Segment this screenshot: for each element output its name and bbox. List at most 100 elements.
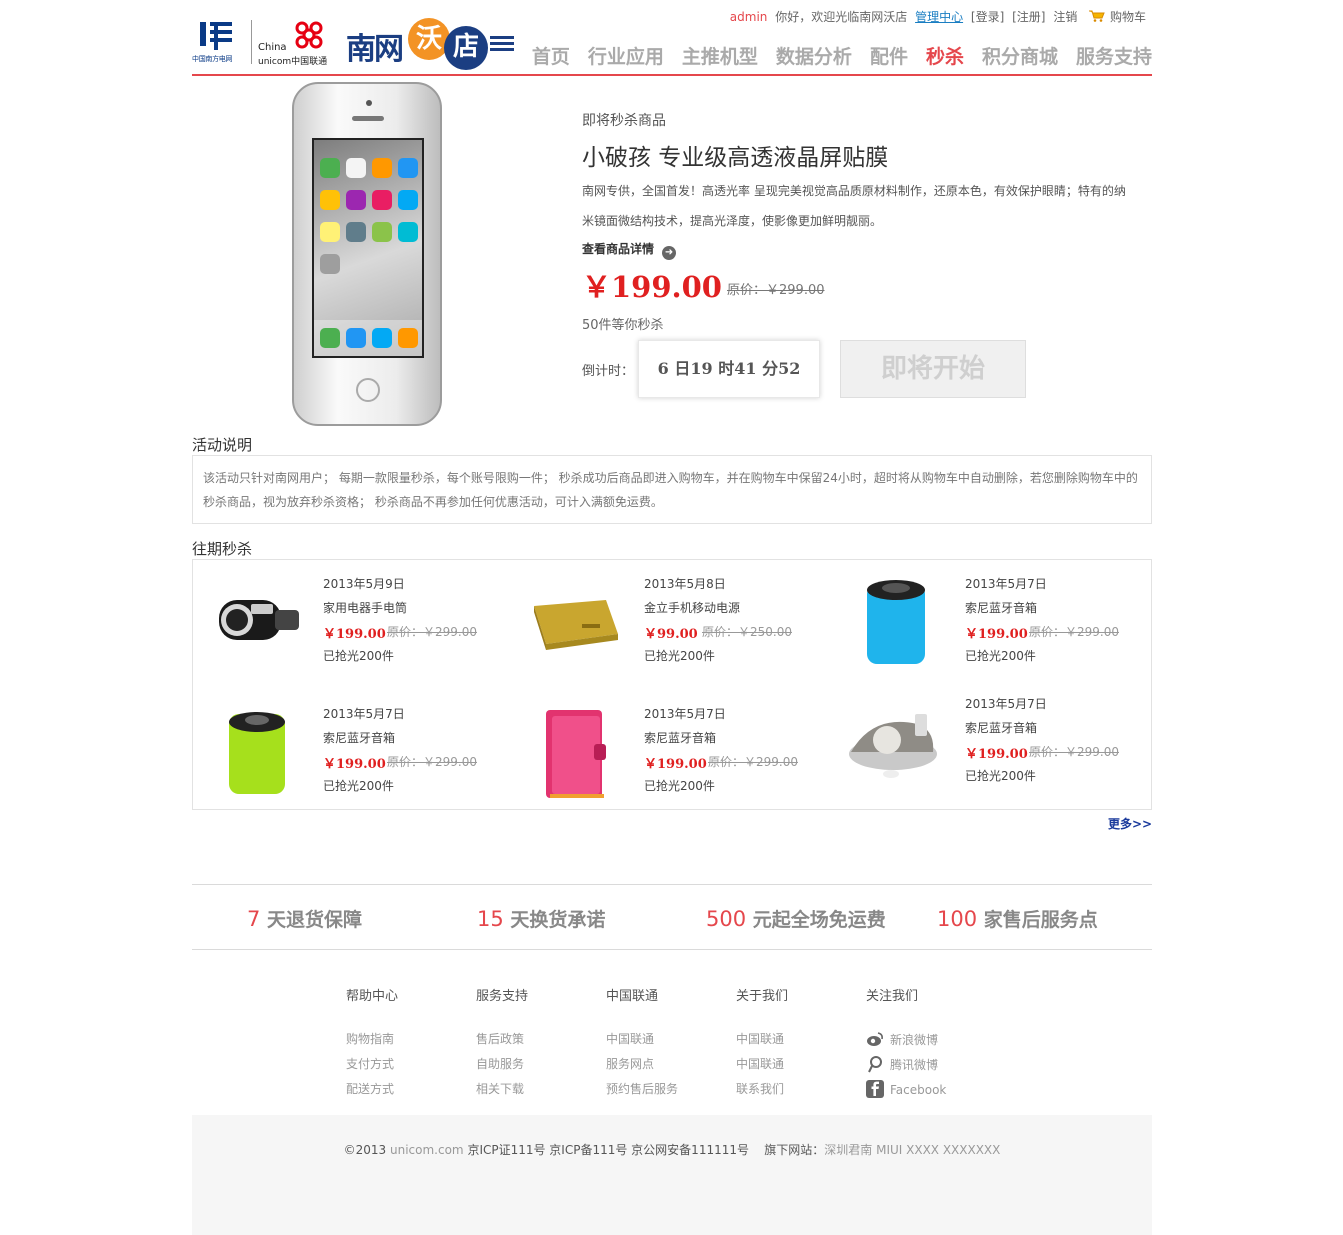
footer-link-tencent-weibo[interactable]: 腾讯微博 (866, 1055, 986, 1080)
copyright-sites-label: 旗下网站： (764, 1143, 825, 1157)
past-sale-item[interactable]: 2013年5月7日 索尼蓝牙音箱 ￥199.00 原价：￥299.00 已抢光2… (514, 690, 834, 810)
store-logo-badge-dian: 店 (444, 26, 488, 70)
cart-link[interactable]: 购物车 (1110, 10, 1146, 24)
past-sales-grid: 2013年5月9日 家用电器手电筒 ￥199.00 原价：￥299.00 已抢光… (192, 559, 1152, 810)
original-price: 原价：￥299.00 (727, 283, 825, 298)
past-sale-price: ￥199.00 (965, 747, 1028, 762)
footer-link[interactable]: 相关下载 (476, 1080, 596, 1105)
past-sale-name: 索尼蓝牙音箱 (965, 721, 1038, 735)
arrow-right-icon: ➜ (662, 246, 677, 260)
username[interactable]: admin (730, 10, 768, 24)
nav-item-flash-sale[interactable]: 秒杀 (926, 42, 964, 69)
guarantee-service: 100 家售后服务点 (937, 905, 1098, 932)
footer-link[interactable]: 中国联通 (736, 1055, 856, 1080)
past-sale-sold: 已抢光200件 (323, 779, 394, 793)
power-bank-thumb (534, 600, 618, 650)
footer-link[interactable]: 服务网点 (606, 1055, 726, 1080)
unicom-text-en: China (258, 42, 287, 53)
past-sale-original-price: 原价：￥250.00 (702, 625, 792, 639)
past-sale-price: ￥199.00 (323, 757, 386, 772)
start-sale-button[interactable]: 即将开始 (840, 340, 1026, 398)
past-sale-item[interactable]: 2013年5月9日 家用电器手电筒 ￥199.00 原价：￥299.00 已抢光… (193, 560, 513, 680)
past-sale-date: 2013年5月9日 (323, 577, 405, 591)
logo-divider (251, 20, 252, 64)
footer-link[interactable]: 自助服务 (476, 1055, 596, 1080)
past-sale-date: 2013年5月7日 (965, 697, 1047, 711)
product-status: 即将秒杀商品 (582, 113, 666, 129)
rules-title: 活动说明 (192, 436, 253, 454)
footer-link[interactable]: 预约售后服务 (606, 1080, 726, 1105)
nav-item-featured-models[interactable]: 主推机型 (682, 42, 758, 69)
countdown-day-unit: 日 (674, 359, 691, 378)
copyright-bar: ©2013 unicom.com 京ICP证111号 京ICP备111号 京公网… (192, 1115, 1152, 1235)
countdown-hours: 19 (690, 359, 713, 378)
product-detail-link[interactable]: 查看商品详情 ➜ (582, 240, 677, 260)
copyright-sites[interactable]: 深圳君南 MIUI XXXX XXXXXXX (824, 1143, 1000, 1157)
past-sale-item[interactable]: 2013年5月8日 金立手机移动电源 ￥99.00 原价：￥250.00 已抢光… (514, 560, 834, 680)
unicom-logo: China unicom中国联通 (258, 18, 340, 67)
past-sale-sold: 已抢光200件 (644, 779, 715, 793)
tencent-weibo-icon (868, 1056, 882, 1073)
car-charger-thumb (219, 600, 299, 640)
countdown-label: 倒计时： (582, 364, 635, 379)
copyright-domain[interactable]: unicom.com (390, 1143, 464, 1157)
register-link[interactable]: [注册] (1012, 10, 1045, 24)
nav-item-home[interactable]: 首页 (532, 42, 570, 69)
footer-link[interactable]: 中国联通 (736, 1030, 856, 1055)
nav-item-accessories[interactable]: 配件 (870, 42, 908, 69)
cart-icon[interactable] (1089, 10, 1105, 22)
footer-link[interactable]: 配送方式 (346, 1080, 466, 1105)
past-sale-name: 索尼蓝牙音箱 (965, 601, 1038, 615)
guarantee-return-num: 7 (247, 907, 261, 931)
footer-link[interactable]: 售后政策 (476, 1030, 596, 1055)
product-image (292, 82, 442, 426)
footer-link[interactable]: 联系我们 (736, 1080, 856, 1105)
past-sale-name: 金立手机移动电源 (644, 601, 741, 615)
past-sale-sold: 已抢光200件 (644, 649, 715, 663)
past-sale-item[interactable]: 2013年5月7日 索尼蓝牙音箱 ￥199.00 原价：￥299.00 已抢光2… (193, 690, 513, 810)
past-sale-sold: 已抢光200件 (965, 649, 1036, 663)
logout-link[interactable]: 注销 (1053, 10, 1077, 24)
csg-caption: 中国南方电网 (192, 55, 233, 63)
countdown-minutes: 41 (734, 359, 757, 378)
more-past-sales-link[interactable]: 更多>> (1108, 815, 1152, 832)
footer-link[interactable]: 中国联通 (606, 1030, 726, 1055)
past-sale-sold: 已抢光200件 (965, 769, 1036, 783)
store-logo-badge-wo: 沃 (408, 18, 450, 60)
guarantee-bar: 7 天退货保障 15 天换货承诺 500 元起全场免运费 100 家售后服务点 (192, 884, 1152, 950)
footer-link[interactable]: 购物指南 (346, 1030, 466, 1055)
past-sale-sold: 已抢光200件 (323, 649, 394, 663)
nav-item-service-support[interactable]: 服务支持 (1076, 42, 1152, 69)
guarantee-shipping: 500 元起全场免运费 (706, 905, 886, 932)
guarantee-service-text: 家售后服务点 (977, 909, 1098, 931)
nav-item-industry[interactable]: 行业应用 (588, 42, 664, 69)
footer-column-title: 帮助中心 (346, 989, 399, 1004)
rules-text: 该活动只针对南网用户； 每期一款限量秒杀，每个账号限购一件； 秒杀成功后商品即进… (192, 455, 1152, 524)
store-logo-name: 南网 (346, 32, 404, 67)
past-sale-date: 2013年5月7日 (323, 707, 405, 721)
unicom-text-cn: unicom中国联通 (258, 57, 328, 67)
guarantee-exchange-text: 天换货承诺 (503, 909, 606, 931)
product-detail-label: 查看商品详情 (582, 242, 655, 256)
footer-column-title: 服务支持 (476, 989, 529, 1004)
past-sale-name: 索尼蓝牙音箱 (323, 731, 396, 745)
admin-center-link[interactable]: 管理中心 (915, 10, 963, 24)
login-link[interactable]: [登录] (971, 10, 1004, 24)
past-sale-price: ￥199.00 (644, 757, 707, 772)
top-bar: admin 你好，欢迎光临南网沃店 管理中心 [登录] [注册] 注销 购物车 (726, 8, 1146, 25)
past-sale-item[interactable]: 2013年5月7日 索尼蓝牙音箱 ￥199.00 原价：￥299.00 已抢光2… (835, 560, 1155, 680)
footer-link[interactable]: 支付方式 (346, 1055, 466, 1080)
store-logo-lines (490, 36, 514, 54)
nav-item-points-mall[interactable]: 积分商城 (982, 42, 1058, 69)
past-sales-title: 往期秒杀 (192, 540, 253, 558)
nav-item-data-analysis[interactable]: 数据分析 (776, 42, 852, 69)
guarantee-shipping-num: 500 (706, 907, 747, 931)
footer-link-facebook[interactable]: Facebook (866, 1080, 986, 1105)
footer-column-help: 帮助中心 购物指南 支付方式 配送方式 (346, 985, 466, 1105)
footer-column-about: 关于我们 中国联通 中国联通 联系我们 (736, 985, 856, 1105)
past-sale-item[interactable]: 2013年5月7日 索尼蓝牙音箱 ￥199.00 原价：￥299.00 已抢光2… (835, 680, 1155, 800)
footer-link-weibo[interactable]: 新浪微博 (866, 1030, 986, 1055)
logo-group[interactable]: 中国南方电网 China unicom中国联通 南网 沃 店 (192, 16, 516, 70)
stock-info: 50件等你秒杀 (582, 318, 664, 333)
footer-link-label: 腾讯微博 (890, 1058, 939, 1072)
